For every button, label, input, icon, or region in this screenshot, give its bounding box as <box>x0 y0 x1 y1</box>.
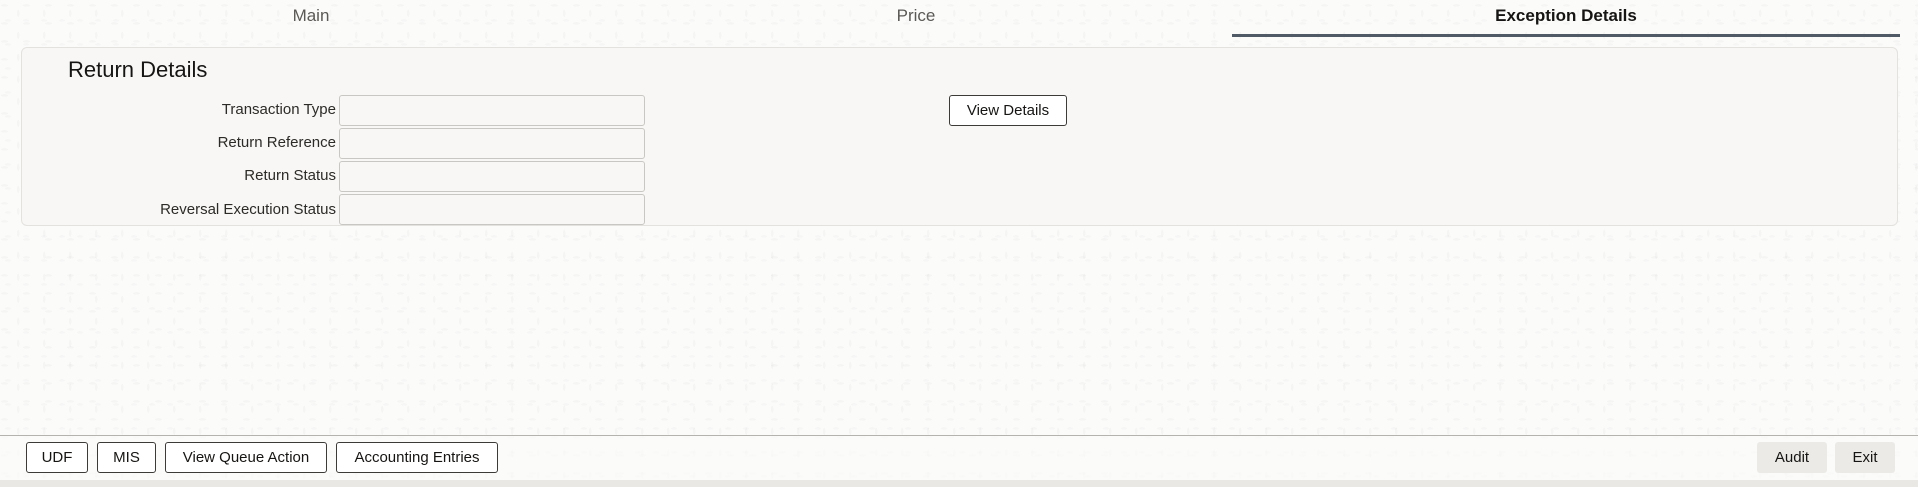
section-title: Return Details <box>68 57 208 82</box>
return-details-panel: Return Details Transaction Type Return R… <box>21 47 1898 226</box>
tab-exception-details[interactable]: Exception Details <box>1232 0 1900 37</box>
return-reference-label: Return Reference <box>217 134 336 151</box>
tab-bar: Main Price Exception Details <box>0 0 1918 38</box>
return-status-field[interactable] <box>339 161 645 192</box>
reversal-execution-status-field[interactable] <box>339 194 645 225</box>
accounting-entries-button[interactable]: Accounting Entries <box>336 442 498 473</box>
udf-button[interactable]: UDF <box>26 442 88 473</box>
tab-price[interactable]: Price <box>610 0 1222 34</box>
tab-main[interactable]: Main <box>0 0 622 34</box>
exit-button[interactable]: Exit <box>1835 442 1895 473</box>
view-queue-action-button[interactable]: View Queue Action <box>165 442 327 473</box>
transaction-type-label: Transaction Type <box>221 101 336 118</box>
mis-button[interactable]: MIS <box>97 442 156 473</box>
footer-strip <box>0 480 1918 487</box>
audit-button[interactable]: Audit <box>1757 442 1827 473</box>
transaction-type-field[interactable] <box>339 95 645 126</box>
view-details-button[interactable]: View Details <box>949 95 1067 126</box>
reversal-execution-status-label: Reversal Execution Status <box>160 201 336 218</box>
return-reference-field[interactable] <box>339 128 645 159</box>
return-status-label: Return Status <box>244 167 336 184</box>
